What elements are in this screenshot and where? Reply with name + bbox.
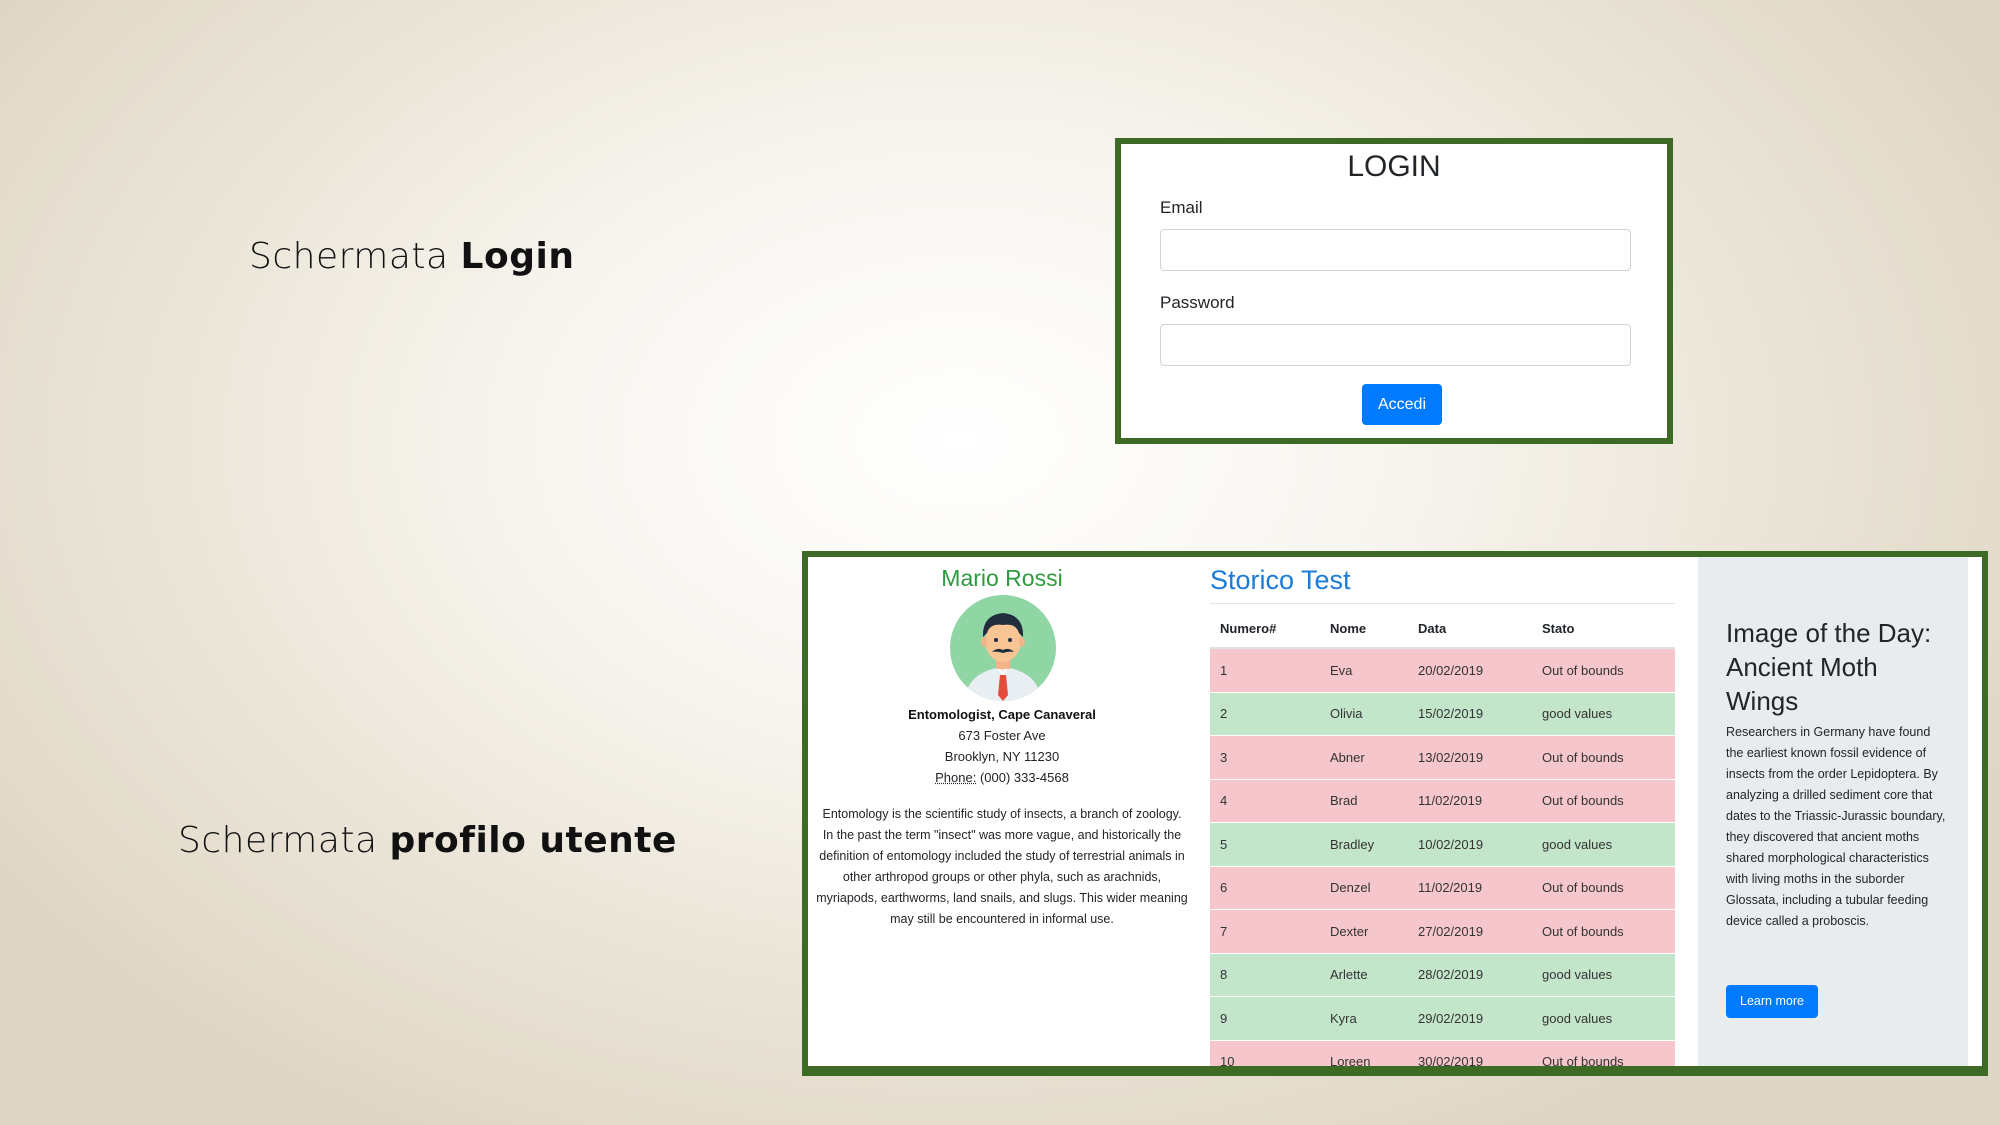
image-of-day-text: Researchers in Germany have found the ea… xyxy=(1726,725,1946,928)
table-cell-n: 6 xyxy=(1210,865,1320,910)
table-cell-stato: Out of bounds xyxy=(1532,909,1675,953)
table-cell-stato: good values xyxy=(1532,996,1675,1040)
table-cell-nome: Kyra xyxy=(1320,996,1408,1040)
login-caption-bold: Login xyxy=(460,236,575,277)
history-divider xyxy=(1210,603,1675,604)
email-label: Email xyxy=(1160,198,1203,217)
table-header-row: Numero# Nome Data Stato xyxy=(1210,609,1675,649)
table-row: 10 Loreen 30/02/2019 Out of bounds xyxy=(1210,1039,1675,1066)
table-row: 3 Abner 13/02/2019 Out of bounds xyxy=(1210,735,1675,779)
learn-more-button[interactable]: Learn more xyxy=(1726,985,1818,1018)
table-cell-n: 8 xyxy=(1210,952,1320,997)
table-cell-nome: Olivia xyxy=(1320,691,1408,736)
profile-bio: Entomology is the scientific study of in… xyxy=(816,807,1188,926)
table-cell-nome: Loreen xyxy=(1320,1039,1408,1066)
table-cell-n: 10 xyxy=(1210,1039,1320,1066)
table-cell-stato: good values xyxy=(1532,691,1675,736)
accedi-button[interactable]: Accedi xyxy=(1362,384,1442,425)
table-row: 8 Arlette 28/02/2019 good values xyxy=(1210,952,1675,997)
table-row: 7 Dexter 27/02/2019 Out of bounds xyxy=(1210,909,1675,953)
login-caption: Schermata Login xyxy=(249,236,574,277)
column-header: Stato xyxy=(1532,609,1675,649)
table-cell-stato: good values xyxy=(1532,952,1675,997)
history-table: Numero# Nome Data Stato 1 Eva 20/02/2019 Ou… xyxy=(1210,609,1675,1066)
table-cell-stato: Out of bounds xyxy=(1532,1039,1675,1066)
table-cell-stato: Out of bounds xyxy=(1532,647,1675,692)
table-row: 9 Kyra 29/02/2019 good values xyxy=(1210,996,1675,1040)
phone-label: Phone: xyxy=(935,770,977,785)
table-cell-data: 28/02/2019 xyxy=(1408,952,1532,997)
table-cell-data: 10/02/2019 xyxy=(1408,822,1532,866)
table-cell-data: 15/02/2019 xyxy=(1408,691,1532,736)
phone-value: (000) 333-4568 xyxy=(976,770,1069,785)
profile-card: Mario Rossi Entomologist, Cape Canaveral… xyxy=(808,557,1196,1066)
address-line-1: 673 Foster Ave xyxy=(958,728,1046,743)
table-cell-data: 13/02/2019 xyxy=(1408,735,1532,779)
address-line-2: Brooklyn, NY 11230 xyxy=(944,749,1060,764)
column-header: Nome xyxy=(1320,609,1408,649)
table-cell-stato: Out of bounds xyxy=(1532,865,1675,910)
table-cell-data: 27/02/2019 xyxy=(1408,909,1532,953)
table-row: 6 Denzel 11/02/2019 Out of bounds xyxy=(1210,865,1675,910)
user-name: Mario Rossi xyxy=(941,565,1063,591)
column-header: Data xyxy=(1408,609,1532,649)
table-row: 1 Eva 20/02/2019 Out of bounds xyxy=(1210,647,1675,692)
table-cell-stato: good values xyxy=(1532,822,1675,866)
table-cell-stato: Out of bounds xyxy=(1532,778,1675,823)
table-cell-nome: Dexter xyxy=(1320,909,1408,953)
table-cell-nome: Bradley xyxy=(1320,822,1408,866)
image-of-day-card: Image of the Day: Ancient Moth Wings Res… xyxy=(1698,557,1968,1066)
table-cell-data: 20/02/2019 xyxy=(1408,647,1532,692)
table-cell-nome: Arlette xyxy=(1320,952,1408,997)
profile-job-title: Entomologist, Cape Canaveral xyxy=(908,707,1096,722)
table-cell-nome: Denzel xyxy=(1320,865,1408,910)
profile-caption: Schermata profilo utente xyxy=(178,820,677,861)
password-label: Password xyxy=(1160,293,1235,312)
table-cell-n: 3 xyxy=(1210,735,1320,779)
user-profile-panel: Mario Rossi Entomologist, Cape Canaveral… xyxy=(802,551,1988,1076)
table-cell-nome: Brad xyxy=(1320,778,1408,823)
profile-caption-bold: profilo utente xyxy=(389,820,677,861)
table-cell-stato: Out of bounds xyxy=(1532,735,1675,779)
table-cell-n: 4 xyxy=(1210,778,1320,823)
login-title: LOGIN xyxy=(1347,150,1441,183)
table-row: 2 Olivia 15/02/2019 good values xyxy=(1210,691,1675,736)
table-cell-data: 11/02/2019 xyxy=(1408,865,1532,910)
table-row: 5 Bradley 10/02/2019 good values xyxy=(1210,822,1675,866)
table-cell-n: 2 xyxy=(1210,691,1320,736)
table-cell-nome: Abner xyxy=(1320,735,1408,779)
login-form-panel: LOGIN Email Password Accedi xyxy=(1115,138,1673,444)
password-input[interactable] xyxy=(1160,324,1631,366)
table-cell-data: 29/02/2019 xyxy=(1408,996,1532,1040)
login-caption-prefix: Schermata xyxy=(249,236,461,277)
phone-line: Phone: (000) 333-4568 xyxy=(808,770,1196,785)
table-cell-n: 9 xyxy=(1210,996,1320,1040)
column-header: Numero# xyxy=(1210,609,1320,649)
table-cell-data: 11/02/2019 xyxy=(1408,778,1532,823)
test-history-section: Storico Test Numero# Nome Data Stato 1 Ev… xyxy=(1210,557,1675,1066)
profile-caption-prefix: Schermata xyxy=(178,820,390,861)
email-input[interactable] xyxy=(1160,229,1631,271)
table-row: 4 Brad 11/02/2019 Out of bounds xyxy=(1210,778,1675,823)
table-cell-data: 30/02/2019 xyxy=(1408,1039,1532,1066)
history-title: Storico Test xyxy=(1210,565,1351,595)
image-of-day-title: Image of the Day: Ancient Moth Wings xyxy=(1726,618,1932,716)
user-avatar-icon xyxy=(950,595,1056,701)
table-cell-nome: Eva xyxy=(1320,647,1408,692)
table-cell-n: 1 xyxy=(1210,647,1320,692)
table-cell-n: 7 xyxy=(1210,909,1320,953)
table-cell-n: 5 xyxy=(1210,822,1320,866)
